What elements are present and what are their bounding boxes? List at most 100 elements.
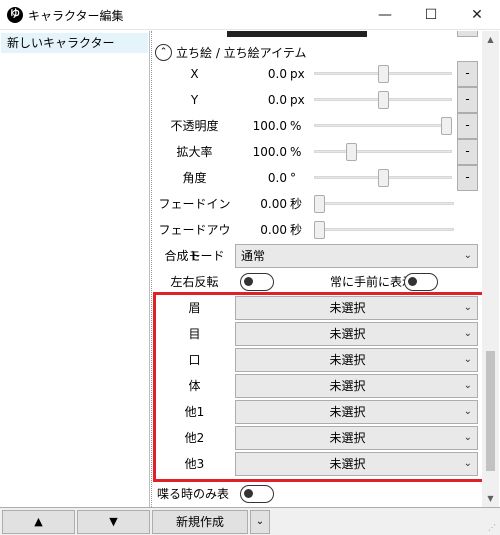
resize-grip-icon[interactable]: ⋰ (488, 523, 498, 533)
slider-thumb[interactable] (377, 169, 389, 187)
reset-button[interactable]: - (457, 113, 478, 139)
minimize-button[interactable]: — (362, 0, 408, 30)
part-select[interactable]: 未選択 ⌄ (235, 426, 478, 450)
slider-thumb[interactable] (314, 195, 325, 213)
part-label: 他2 (184, 431, 205, 445)
part-select-value: 未選択 (329, 327, 366, 341)
vertical-scrollbar[interactable]: ▲ ▼ (482, 31, 499, 507)
slider-value: 0.0 (267, 171, 287, 185)
slider-track[interactable] (314, 228, 454, 231)
chevron-down-icon: ⌄ (463, 406, 472, 417)
part-row: 他3 未選択 ⌄ (152, 451, 500, 477)
slider-thumb[interactable] (345, 143, 357, 161)
slider-thumb[interactable] (377, 65, 389, 83)
section-header[interactable]: ⌃ 立ち絵 / 立ち絵アイテム (155, 43, 306, 61)
slider-track[interactable] (314, 150, 452, 153)
blend-mode-value: 通常 (241, 249, 266, 263)
slider-value: 0.00 (260, 223, 287, 237)
slider-track[interactable] (314, 124, 452, 127)
chevron-down-icon: ⌄ (463, 380, 472, 391)
slider-row: 拡大率 100.0% - (152, 139, 500, 165)
part-label: 他3 (184, 457, 205, 471)
reset-button[interactable]: - (457, 87, 478, 113)
part-select-value: 未選択 (329, 431, 366, 445)
scroll-up-icon[interactable]: ▲ (482, 31, 499, 48)
front-toggle[interactable] (404, 273, 438, 291)
part-label: 他1 (184, 405, 205, 419)
part-select[interactable]: 未選択 ⌄ (235, 322, 478, 346)
flip-toggle[interactable] (240, 273, 274, 291)
slider-label: Y (190, 93, 199, 107)
part-select-value: 未選択 (329, 301, 366, 315)
new-button[interactable]: 新規作成 (152, 510, 248, 534)
chevron-down-icon: ⌄ (463, 432, 472, 443)
new-dropdown-icon[interactable]: ⌄ (250, 510, 270, 534)
slider-unit: px (290, 67, 305, 81)
chevron-down-icon: ⌄ (463, 354, 472, 365)
slider-value: 100.0 (252, 119, 287, 133)
toggle-row: 左右反転 常に手前に表示 (152, 269, 500, 295)
speak-only-row: 喋る時のみ表示 (152, 481, 500, 527)
slider-row: フェードアウト 0.00 秒 (152, 217, 500, 263)
part-row: 体 未選択 ⌄ (152, 373, 500, 399)
reset-button[interactable]: - (457, 61, 478, 87)
slider-label: フェードイン (158, 197, 231, 211)
part-label: 体 (188, 379, 201, 393)
chevron-down-icon: ⌄ (463, 250, 472, 261)
slider-unit: % (290, 119, 302, 133)
settings-panel: ⌃ 立ち絵 / 立ち絵アイテム X 0.0 px - Y 0.0 px - 不透明度 100.0%… (151, 31, 500, 527)
slider-thumb[interactable] (314, 221, 325, 239)
slider-value: 100.0 (252, 145, 287, 159)
part-label: 口 (188, 353, 201, 367)
slider-row: Y 0.0 px - (152, 87, 500, 113)
part-row: 口 未選択 ⌄ (152, 347, 500, 373)
slider-unit: 秒 (290, 223, 303, 237)
move-up-button[interactable]: ▲ (2, 510, 75, 534)
toggle-knob (408, 277, 417, 286)
scroll-down-icon[interactable]: ▼ (482, 490, 499, 507)
part-select-value: 未選択 (329, 457, 366, 471)
top-clipped-field (227, 31, 367, 37)
part-label: 眉 (188, 301, 201, 315)
scroll-thumb[interactable] (486, 351, 495, 471)
slider-row: 不透明度 100.0% - (152, 113, 500, 139)
part-select-value: 未選択 (329, 379, 366, 393)
app-icon: ゆ (7, 7, 23, 23)
slider-unit: % (290, 145, 302, 159)
slider-row: 角度 0.0 ° - (152, 165, 500, 191)
part-select[interactable]: 未選択 ⌄ (235, 296, 478, 320)
part-select[interactable]: 未選択 ⌄ (235, 348, 478, 372)
toggle-knob (244, 489, 253, 498)
part-select[interactable]: 未選択 ⌄ (235, 374, 478, 398)
blend-mode-row: 合成モード 通常 ⌄ (152, 243, 500, 269)
character-list: 新しいキャラクター (0, 31, 150, 507)
part-row: 他2 未選択 ⌄ (152, 425, 500, 451)
chevron-down-icon: ⌄ (463, 458, 472, 469)
slider-value: 0.0 (267, 93, 287, 107)
slider-label: 角度 (182, 171, 207, 185)
slider-row: フェードイン 0.00 秒 (152, 191, 500, 217)
part-select[interactable]: 未選択 ⌄ (235, 400, 478, 424)
list-item-character[interactable]: 新しいキャラクター (1, 33, 148, 53)
blend-mode-select[interactable]: 通常 ⌄ (235, 244, 478, 268)
move-down-button[interactable]: ▼ (77, 510, 150, 534)
part-row: 眉 未選択 ⌄ (152, 295, 500, 321)
maximize-button[interactable]: ☐ (408, 0, 454, 30)
top-clipped-button[interactable] (457, 31, 478, 37)
slider-thumb[interactable] (441, 117, 452, 135)
slider-value: 0.0 (267, 67, 287, 81)
slider-value: 0.00 (260, 197, 287, 211)
part-select[interactable]: 未選択 ⌄ (235, 452, 478, 476)
slider-track[interactable] (314, 202, 454, 205)
slider-row: X 0.0 px - (152, 61, 500, 87)
close-button[interactable]: ✕ (454, 0, 500, 30)
reset-button[interactable]: - (457, 139, 478, 165)
chevron-down-icon: ⌄ (463, 302, 472, 313)
part-row: 目 未選択 ⌄ (152, 321, 500, 347)
collapse-chevron-icon[interactable]: ⌃ (155, 43, 172, 61)
speak-only-toggle[interactable] (240, 485, 274, 503)
reset-button[interactable]: - (457, 165, 478, 191)
slider-unit: 秒 (290, 197, 303, 211)
slider-thumb[interactable] (377, 91, 389, 109)
bottom-toolbar: ▲ ▼ 新規作成 ⌄ ⋰ (0, 507, 500, 535)
